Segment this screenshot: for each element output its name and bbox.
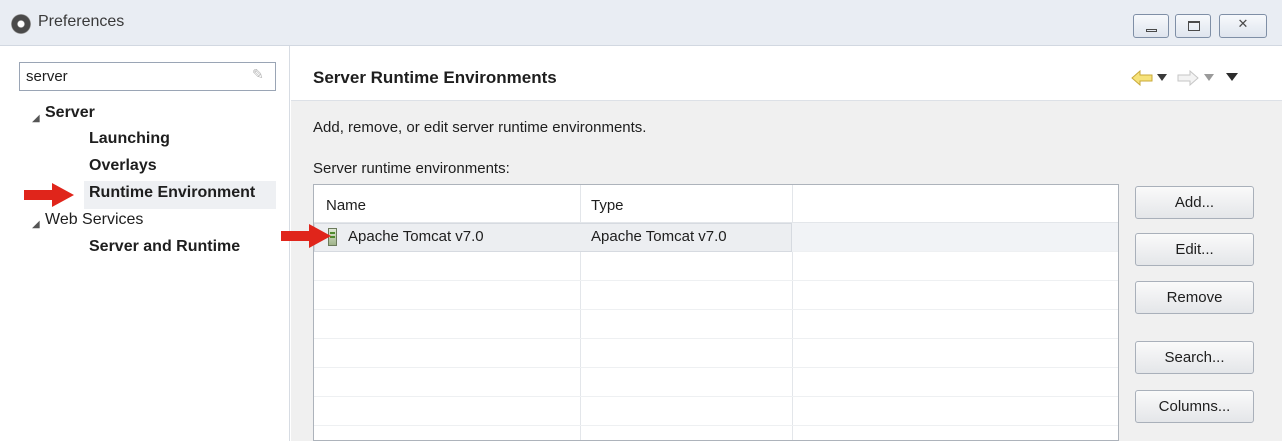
remove-button[interactable]: Remove bbox=[1135, 281, 1254, 314]
tree-item-launching[interactable]: Launching bbox=[89, 130, 170, 148]
table-row bbox=[314, 252, 1118, 281]
tree-item-overlays[interactable]: Overlays bbox=[89, 157, 157, 175]
minimize-icon bbox=[1146, 29, 1157, 32]
tree-item-server[interactable]: Server bbox=[45, 104, 95, 122]
back-dropdown-icon[interactable] bbox=[1157, 74, 1167, 82]
column-header-name[interactable]: Name bbox=[326, 197, 366, 214]
table-row bbox=[314, 339, 1118, 368]
clear-filter-icon[interactable]: ✎ bbox=[252, 67, 267, 85]
preference-page: Server Runtime Environments Add, remove,… bbox=[281, 46, 1282, 441]
tree-item-server-and-runtime[interactable]: Server and Runtime bbox=[89, 238, 240, 256]
table-row[interactable]: Apache Tomcat v7.0 Apache Tomcat v7.0 bbox=[314, 223, 1118, 252]
forward-dropdown-icon[interactable] bbox=[1204, 74, 1214, 82]
expanded-triangle-icon[interactable]: ◢ bbox=[32, 113, 40, 124]
table-row bbox=[314, 368, 1118, 397]
close-button[interactable]: ✕ bbox=[1219, 14, 1267, 38]
maximize-button[interactable] bbox=[1175, 14, 1211, 38]
table-row bbox=[314, 281, 1118, 310]
row-type: Apache Tomcat v7.0 bbox=[591, 228, 727, 245]
table-row bbox=[314, 310, 1118, 339]
forward-arrow-icon[interactable] bbox=[1177, 70, 1199, 86]
add-button[interactable]: Add... bbox=[1135, 186, 1254, 219]
table-row bbox=[314, 397, 1118, 426]
page-title: Server Runtime Environments bbox=[313, 68, 557, 87]
expanded-triangle-icon[interactable]: ◢ bbox=[32, 219, 40, 230]
tree-item-web-services[interactable]: Web Services bbox=[45, 211, 143, 229]
minimize-button[interactable] bbox=[1133, 14, 1169, 38]
runtime-list-label: Server runtime environments: bbox=[313, 160, 510, 177]
columns-button[interactable]: Columns... bbox=[1135, 390, 1254, 423]
table-header: Name Type bbox=[314, 185, 1118, 223]
back-arrow-icon[interactable] bbox=[1131, 70, 1153, 86]
close-icon: ✕ bbox=[1237, 17, 1249, 32]
edit-button[interactable]: Edit... bbox=[1135, 233, 1254, 266]
runtime-environments-table[interactable]: Name Type Apache Tomcat v7.0 Apache Tomc… bbox=[313, 184, 1119, 441]
maximize-icon bbox=[1188, 21, 1200, 31]
view-menu-icon[interactable] bbox=[1226, 73, 1238, 82]
window-title: Preferences bbox=[38, 13, 125, 30]
title-bar: Preferences ✕ bbox=[0, 0, 1282, 46]
row-name: Apache Tomcat v7.0 bbox=[348, 228, 484, 245]
red-arrow-icon bbox=[281, 224, 331, 248]
page-header: Server Runtime Environments bbox=[291, 46, 1282, 101]
filter-input-value: server bbox=[26, 68, 68, 85]
filter-input[interactable]: server ✎ bbox=[19, 62, 276, 91]
search-button[interactable]: Search... bbox=[1135, 341, 1254, 374]
preferences-tree-panel: server ✎ ◢ Server Launching Overlays Run… bbox=[0, 46, 290, 441]
column-header-type[interactable]: Type bbox=[591, 197, 624, 214]
page-description: Add, remove, or edit server runtime envi… bbox=[313, 119, 647, 136]
red-arrow-icon bbox=[24, 183, 74, 207]
eclipse-app-icon bbox=[11, 14, 31, 34]
tree-item-runtime-environment[interactable]: Runtime Environment bbox=[89, 184, 255, 202]
table-row bbox=[314, 426, 1118, 440]
